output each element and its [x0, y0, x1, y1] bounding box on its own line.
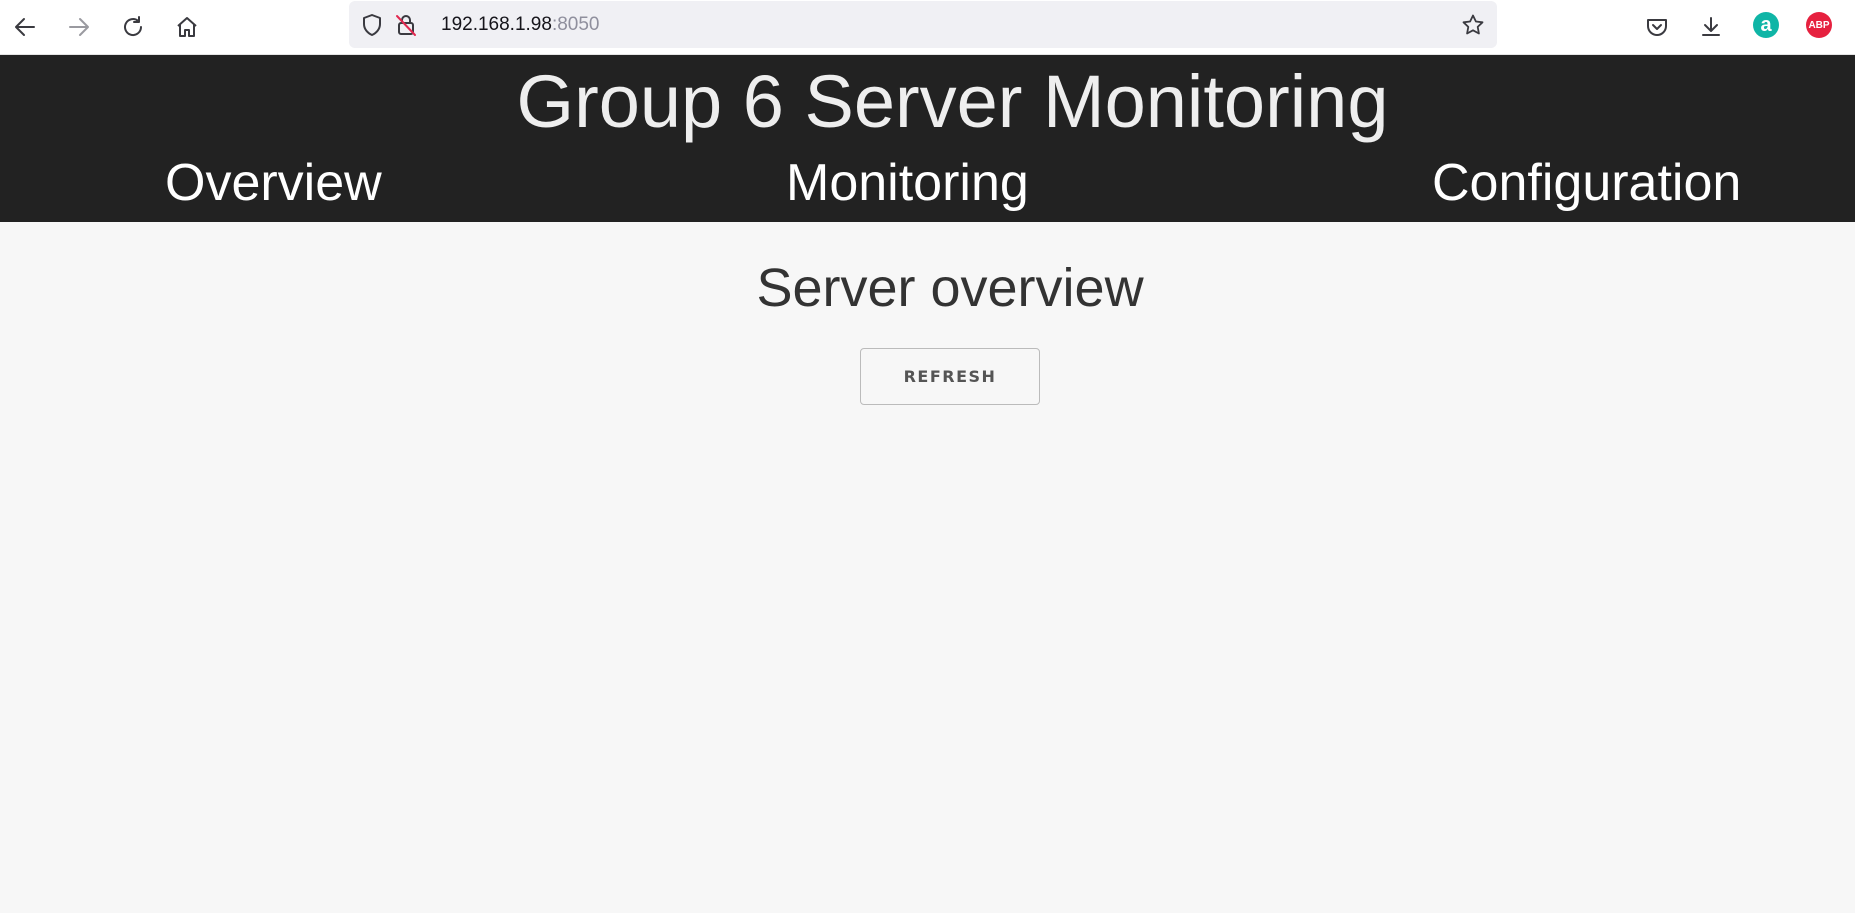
- nav-monitoring[interactable]: Monitoring: [786, 153, 1029, 213]
- extension-a-icon[interactable]: a: [1753, 12, 1779, 38]
- back-arrow-icon: [12, 14, 38, 40]
- reload-button[interactable]: [114, 8, 152, 46]
- pocket-icon: [1645, 15, 1669, 39]
- download-icon: [1699, 15, 1723, 39]
- pocket-button[interactable]: [1638, 8, 1676, 46]
- adblock-label: ABP: [1808, 19, 1830, 31]
- url-bar[interactable]: 192.168.1.98:8050: [349, 1, 1497, 48]
- site-header: Group 6 Server Monitoring Overview Monit…: [0, 55, 1855, 222]
- insecure-lock-icon[interactable]: [394, 13, 418, 37]
- refresh-button[interactable]: REFRESH: [860, 348, 1040, 405]
- browser-toolbar: 192.168.1.98:8050 a ABP: [0, 0, 1855, 55]
- url-text[interactable]: 192.168.1.98:8050: [441, 14, 600, 36]
- page-title: Server overview: [756, 258, 1144, 318]
- back-button[interactable]: [6, 8, 44, 46]
- home-icon: [174, 14, 200, 40]
- star-icon[interactable]: [1461, 13, 1485, 37]
- forward-button[interactable]: [60, 8, 98, 46]
- shield-icon[interactable]: [360, 13, 384, 37]
- extension-a-label: a: [1760, 13, 1772, 36]
- home-button[interactable]: [168, 8, 206, 46]
- adblock-plus-icon[interactable]: ABP: [1806, 12, 1832, 38]
- reload-icon: [120, 14, 146, 40]
- nav-configuration[interactable]: Configuration: [1432, 153, 1741, 213]
- url-port: :8050: [551, 14, 600, 35]
- nav-overview[interactable]: Overview: [165, 153, 382, 213]
- downloads-button[interactable]: [1692, 8, 1730, 46]
- url-host: 192.168.1.98: [441, 14, 552, 35]
- site-title: Group 6 Server Monitoring: [516, 60, 1389, 143]
- forward-arrow-icon: [66, 14, 92, 40]
